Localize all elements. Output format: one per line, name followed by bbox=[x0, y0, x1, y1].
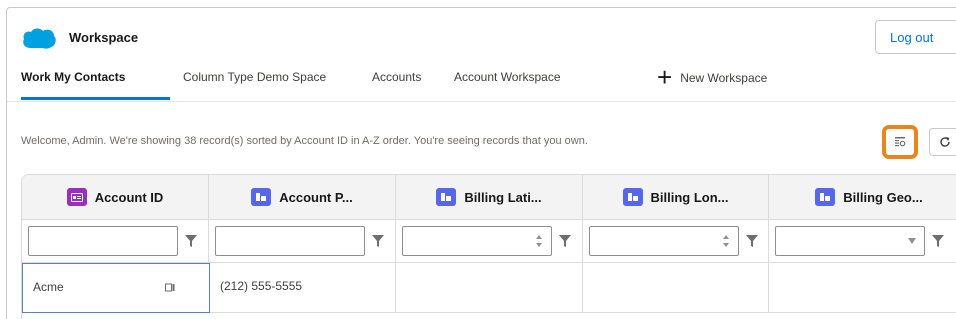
filter-cell bbox=[22, 220, 209, 263]
field-icon bbox=[815, 188, 836, 206]
filter-cell bbox=[209, 220, 396, 263]
filter-icon[interactable] bbox=[559, 234, 571, 248]
tab-accounts[interactable]: Accounts bbox=[372, 70, 421, 84]
logout-button[interactable]: Log out bbox=[875, 20, 956, 54]
new-workspace-button[interactable]: + New Workspace bbox=[657, 62, 768, 92]
column-settings-button[interactable] bbox=[885, 128, 915, 156]
filter-select-billing-geocode[interactable] bbox=[775, 226, 925, 256]
filter-icon[interactable] bbox=[372, 234, 384, 248]
filter-input-billing-longitude[interactable] bbox=[589, 226, 739, 256]
column-header-account-id[interactable]: Account ID bbox=[22, 175, 209, 220]
cell-value: Acme bbox=[33, 280, 64, 294]
filter-cell bbox=[396, 220, 583, 263]
workspace-panel: Workspace Log out Work My Contacts Colum… bbox=[6, 7, 956, 319]
refresh-button[interactable] bbox=[929, 128, 956, 156]
column-settings-icon bbox=[895, 137, 906, 147]
field-icon bbox=[622, 188, 643, 206]
column-header-label: Billing Geo... bbox=[843, 189, 923, 205]
field-icon bbox=[436, 188, 457, 206]
tab-column-type-demo-space[interactable]: Column Type Demo Space bbox=[183, 70, 326, 84]
filter-cell bbox=[769, 220, 956, 263]
plus-icon: + bbox=[657, 62, 673, 92]
table-cell-account-id[interactable]: Acme bbox=[22, 263, 210, 313]
column-header-label: Account P... bbox=[279, 189, 353, 205]
filter-input-account-phone[interactable] bbox=[215, 226, 365, 256]
column-header-label: Billing Lati... bbox=[464, 189, 542, 205]
filter-icon[interactable] bbox=[185, 234, 197, 248]
welcome-message: Welcome, Admin. We're showing 38 record(… bbox=[21, 135, 588, 147]
table-cell-account-phone[interactable]: (212) 555-5555 bbox=[210, 263, 396, 313]
records-grid: Account ID Account P... Billing Lati... … bbox=[21, 174, 956, 319]
column-header-billing-latitude[interactable]: Billing Lati... bbox=[396, 175, 583, 220]
cloud-icon bbox=[23, 28, 56, 49]
tab-work-my-contacts[interactable]: Work My Contacts bbox=[21, 70, 125, 84]
chevron-down-icon bbox=[908, 238, 916, 244]
column-header-label: Account ID bbox=[94, 189, 164, 205]
number-stepper-icon[interactable] bbox=[535, 233, 543, 249]
column-header-billing-longitude[interactable]: Billing Lon... bbox=[583, 175, 769, 220]
field-icon bbox=[251, 188, 272, 206]
filter-input-billing-latitude[interactable] bbox=[402, 226, 552, 256]
active-tab-indicator bbox=[21, 97, 170, 100]
table-cell-billing-latitude[interactable] bbox=[396, 263, 583, 313]
column-header-billing-geocode[interactable]: Billing Geo... bbox=[769, 175, 956, 220]
refresh-icon bbox=[939, 137, 950, 147]
filter-icon[interactable] bbox=[746, 234, 758, 248]
new-workspace-label: New Workspace bbox=[680, 71, 768, 85]
cell-value: (212) 555-5555 bbox=[220, 279, 303, 293]
column-header-label: Billing Lon... bbox=[650, 189, 729, 205]
table-cell-billing-longitude[interactable] bbox=[583, 263, 769, 313]
edit-icon[interactable] bbox=[165, 283, 175, 292]
table-cell-billing-geocode[interactable] bbox=[769, 263, 956, 313]
app-title: Workspace bbox=[69, 30, 139, 45]
filter-cell bbox=[583, 220, 769, 263]
filter-icon[interactable] bbox=[932, 234, 944, 248]
filter-input-account-id[interactable] bbox=[28, 226, 178, 256]
workspace-tabs: Work My Contacts Column Type Demo Space … bbox=[7, 62, 956, 102]
number-stepper-icon[interactable] bbox=[722, 233, 730, 249]
tab-account-workspace[interactable]: Account Workspace bbox=[454, 70, 561, 84]
column-header-account-phone[interactable]: Account P... bbox=[209, 175, 396, 220]
id-icon bbox=[66, 188, 87, 206]
